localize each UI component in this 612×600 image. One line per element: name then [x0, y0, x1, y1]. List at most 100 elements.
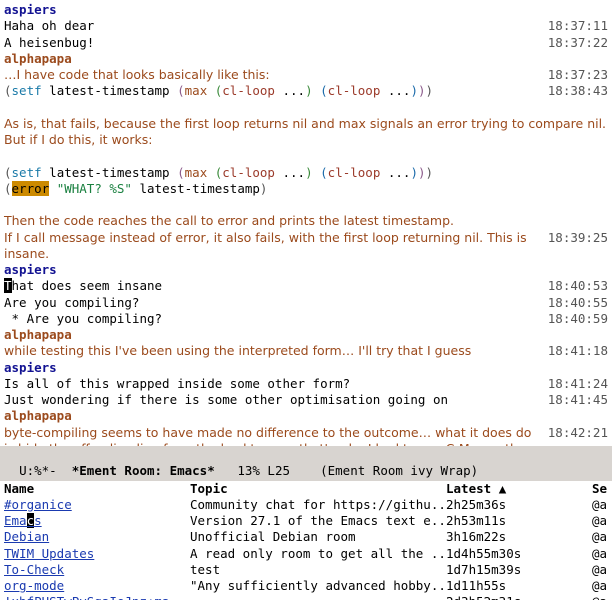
chat-message: That does seem insane: [4, 278, 538, 294]
room-topic: [190, 594, 446, 600]
modeline-chat: U:%*- *Ement Room: Emacs* 13% L25 (Ement…: [0, 446, 612, 481]
room-topic: Unofficial Debian room: [190, 529, 446, 545]
room-name[interactable]: #organice: [4, 497, 190, 513]
timestamp: 18:40:59: [538, 311, 608, 327]
chat-username: alphapapa: [4, 408, 608, 424]
timestamp: 18:39:25: [538, 230, 608, 246]
room-session: @a▸: [592, 546, 608, 562]
room-list-pane[interactable]: NameTopicLatest ▲Sess#organiceCommunity …: [0, 481, 612, 600]
room-name[interactable]: Debian: [4, 529, 190, 545]
chat-username: aspiers: [4, 360, 608, 376]
chat-line: (error "WHAT? %S" latest-timestamp): [4, 181, 608, 197]
timestamp: 18:40:53: [538, 278, 608, 294]
chat-message: byte-compiling seems to have made no dif…: [4, 425, 538, 447]
chat-line: A heisenbug!18:37:22: [4, 35, 608, 51]
chat-line: aspiers: [4, 360, 608, 376]
col-latest[interactable]: Latest ▲: [446, 481, 592, 497]
chat-username: aspiers: [4, 2, 608, 18]
modeline-mode: (Ement Room ivy Wrap): [320, 463, 478, 478]
chat-line: If I call message instead of error, it a…: [4, 230, 608, 263]
chat-line: (setf latest-timestamp (max (cl-loop ...…: [4, 165, 608, 181]
room-row[interactable]: org-mode"Any sufficiently advanced hobby…: [0, 578, 612, 594]
room-topic: A read only room to get all the ...: [190, 546, 446, 562]
timestamp: 18:40:55: [538, 295, 608, 311]
chat-line: [4, 100, 608, 116]
col-session[interactable]: Sess: [592, 481, 608, 497]
room-name[interactable]: Emacs: [4, 513, 190, 529]
chat-line: aspiers: [4, 2, 608, 18]
chat-line: * Are you compiling?18:40:59: [4, 311, 608, 327]
col-topic[interactable]: Topic: [190, 481, 446, 497]
room-latest: 1d11h55s: [446, 578, 592, 594]
chat-message: …I have code that looks basically like t…: [4, 67, 538, 83]
room-latest: 2h25m36s: [446, 497, 592, 513]
chat-message: Then the code reaches the call to error …: [4, 213, 608, 229]
code-block: (setf latest-timestamp (max (cl-loop ...…: [4, 83, 538, 99]
room-list-header: NameTopicLatest ▲Sess: [0, 481, 612, 497]
room-topic: test: [190, 562, 446, 578]
room-topic: Version 27.1 of the Emacs text e...: [190, 513, 446, 529]
chat-line: That does seem insane18:40:53: [4, 278, 608, 294]
chat-message: while testing this I've been using the i…: [4, 343, 538, 359]
room-latest: 1d7h15m39s: [446, 562, 592, 578]
room-row[interactable]: #organiceCommunity chat for https://gith…: [0, 497, 612, 513]
room-row[interactable]: EmacsVersion 27.1 of the Emacs text e...…: [0, 513, 612, 529]
timestamp: 18:42:21: [538, 425, 608, 441]
modeline-left: U:%*-: [19, 463, 72, 478]
chat-line: Are you compiling?18:40:55: [4, 295, 608, 311]
chat-message: If I call message instead of error, it a…: [4, 230, 538, 263]
room-session: @a▸: [592, 497, 608, 513]
chat-username: alphapapa: [4, 327, 608, 343]
chat-pane[interactable]: aspiersHaha oh dear18:37:11A heisenbug!1…: [0, 0, 612, 446]
room-latest: 3h16m22s: [446, 529, 592, 545]
timestamp: 18:37:11: [538, 18, 608, 34]
chat-line: Just wondering if there is some other op…: [4, 392, 608, 408]
chat-line: [4, 148, 608, 164]
room-name[interactable]: !xbfPHSTwPySgaIeJnz:ma...: [4, 594, 190, 600]
chat-message: As is, that fails, because the first loo…: [4, 116, 608, 149]
room-name[interactable]: org-mode: [4, 578, 190, 594]
chat-line: aspiers: [4, 262, 608, 278]
room-session: @a▸: [592, 562, 608, 578]
room-latest: 2d3h52m31s: [446, 594, 592, 600]
code-block: (error "WHAT? %S" latest-timestamp): [4, 181, 608, 197]
chat-username: alphapapa: [4, 51, 608, 67]
room-row[interactable]: TWIM UpdatesA read only room to get all …: [0, 546, 612, 562]
chat-line: Then the code reaches the call to error …: [4, 213, 608, 229]
modeline-position: 13% L25: [215, 463, 320, 478]
chat-message: Are you compiling?: [4, 295, 538, 311]
room-session: @a▸: [592, 594, 608, 600]
timestamp: 18:37:22: [538, 35, 608, 51]
chat-line: alphapapa: [4, 327, 608, 343]
chat-username: aspiers: [4, 262, 608, 278]
room-latest: 1d4h55m30s: [446, 546, 592, 562]
chat-message: * Are you compiling?: [4, 311, 538, 327]
chat-message: Just wondering if there is some other op…: [4, 392, 538, 408]
room-name[interactable]: TWIM Updates: [4, 546, 190, 562]
sort-arrow-icon: ▲: [499, 481, 507, 496]
timestamp: 18:41:24: [538, 376, 608, 392]
modeline-buffer-name: *Ement Room: Emacs*: [72, 463, 215, 478]
room-session: @a▸: [592, 513, 608, 529]
room-row[interactable]: !xbfPHSTwPySgaIeJnz:ma... 2d3h52m31s@a▸: [0, 594, 612, 600]
timestamp: 18:38:43: [538, 83, 608, 99]
room-name[interactable]: To-Check: [4, 562, 190, 578]
col-name[interactable]: Name: [4, 481, 190, 497]
room-latest: 2h53m11s: [446, 513, 592, 529]
room-row[interactable]: DebianUnofficial Debian room3h16m22s@a▸: [0, 529, 612, 545]
chat-line: …I have code that looks basically like t…: [4, 67, 608, 83]
chat-line: [4, 197, 608, 213]
room-session: @a▸: [592, 529, 608, 545]
text-cursor: c: [27, 513, 35, 528]
chat-line: As is, that fails, because the first loo…: [4, 116, 608, 149]
timestamp: 18:37:23: [538, 67, 608, 83]
room-row[interactable]: To-Checktest1d7h15m39s@a▸: [0, 562, 612, 578]
chat-line: alphapapa: [4, 408, 608, 424]
timestamp: 18:41:45: [538, 392, 608, 408]
chat-message: Is all of this wrapped inside some other…: [4, 376, 538, 392]
chat-line: (setf latest-timestamp (max (cl-loop ...…: [4, 83, 608, 99]
chat-message: Haha oh dear: [4, 18, 538, 34]
timestamp: 18:41:18: [538, 343, 608, 359]
chat-line: Is all of this wrapped inside some other…: [4, 376, 608, 392]
room-topic: "Any sufficiently advanced hobby...: [190, 578, 446, 594]
